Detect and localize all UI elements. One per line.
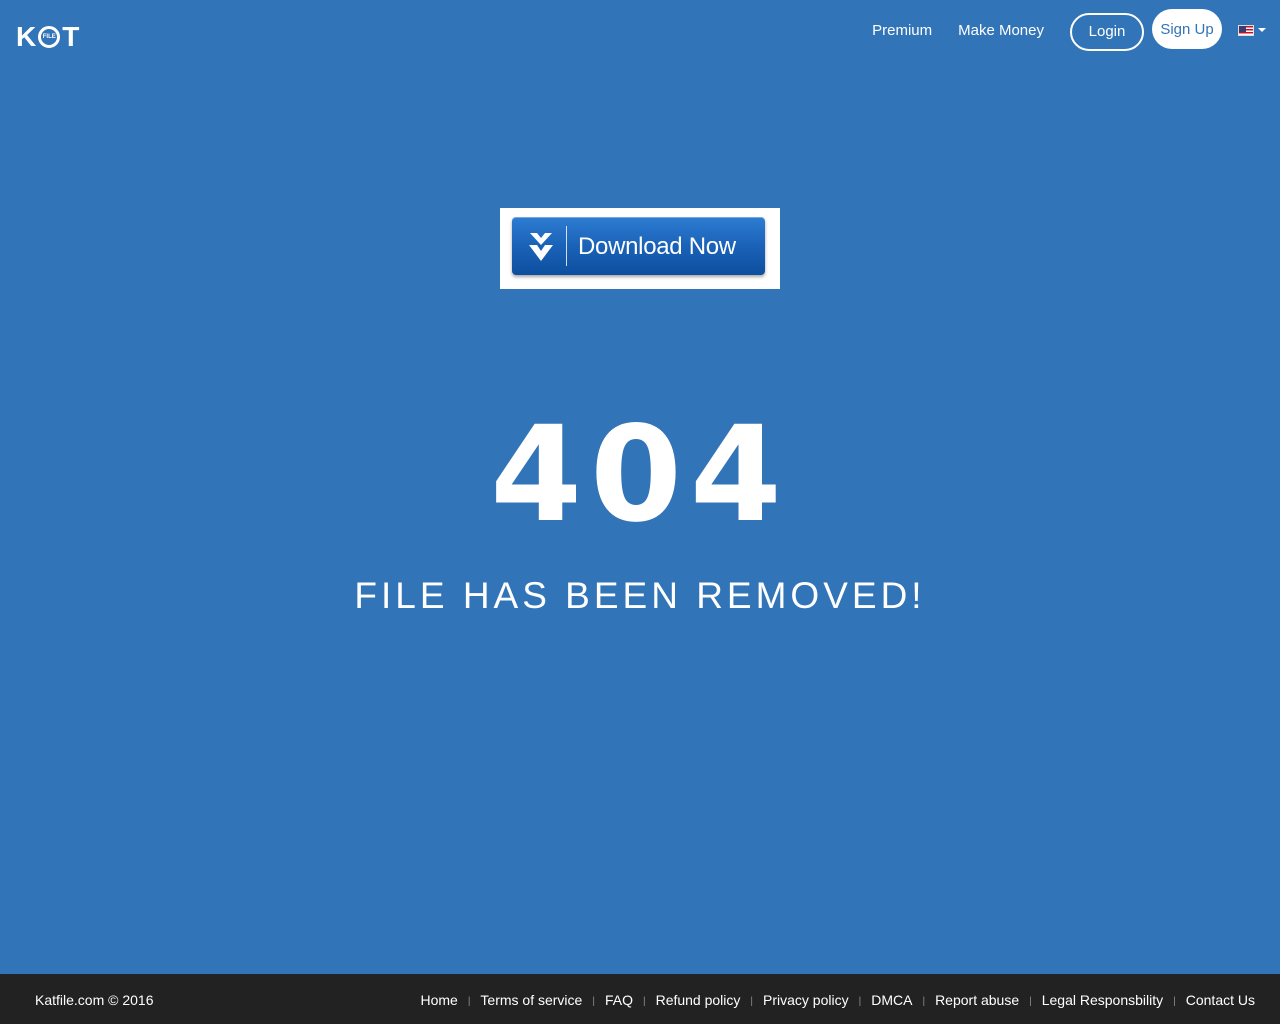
footer-link-terms-of-service[interactable]: Terms of service — [480, 992, 582, 1008]
logo-circle-text: FILE — [42, 34, 56, 40]
footer-copyright: Katfile.com © 2016 — [35, 992, 154, 1008]
caret-down-icon — [1258, 28, 1266, 32]
nav-make-money-link[interactable]: Make Money — [958, 22, 1044, 39]
language-selector[interactable] — [1238, 24, 1266, 36]
download-now-label: Download Now — [578, 233, 736, 260]
download-banner: Download Now — [500, 208, 780, 289]
nav-premium-link[interactable]: Premium — [872, 22, 932, 39]
error-message: FILE HAS BEEN REMOVED! — [354, 575, 926, 616]
site-footer: Katfile.com © 2016 Home | Terms of servi… — [0, 974, 1280, 1024]
footer-separator: | — [1029, 995, 1032, 1007]
footer-separator: | — [750, 995, 754, 1007]
footer-link-report-abuse[interactable]: Report abuse — [935, 992, 1019, 1008]
footer-separator: | — [467, 995, 471, 1007]
us-flag-icon — [1238, 24, 1254, 36]
double-chevron-down-icon — [529, 233, 553, 261]
login-button[interactable]: Login — [1070, 12, 1144, 51]
download-button-divider — [566, 226, 567, 266]
footer-separator: | — [1173, 995, 1176, 1007]
footer-separator: | — [592, 995, 595, 1007]
footer-link-home[interactable]: Home — [420, 992, 457, 1008]
logo-letter-k: K — [16, 21, 38, 52]
footer-separator: | — [922, 995, 926, 1007]
katfile-logo[interactable]: K FILE T — [16, 21, 81, 52]
download-now-button[interactable]: Download Now — [512, 217, 765, 275]
logo-circle-mark: FILE — [38, 26, 61, 48]
footer-separator: | — [642, 995, 646, 1007]
top-nav: Premium Make Money Login Sign Up — [872, 9, 1266, 51]
logo-letter-t: T — [62, 21, 81, 52]
site-header: K FILE T Premium Make Money Login Sign U… — [0, 0, 1280, 74]
footer-links: Home | Terms of service | FAQ | Refund p… — [420, 992, 1255, 1008]
footer-link-legal-responsibility[interactable]: Legal Responsbility — [1042, 992, 1163, 1008]
footer-link-contact-us[interactable]: Contact Us — [1186, 992, 1255, 1008]
footer-link-dmca[interactable]: DMCA — [871, 992, 912, 1008]
footer-link-privacy-policy[interactable]: Privacy policy — [763, 992, 849, 1008]
error-code: 404 — [490, 398, 790, 552]
footer-link-refund-policy[interactable]: Refund policy — [656, 992, 741, 1008]
footer-link-faq[interactable]: FAQ — [605, 992, 633, 1008]
login-button-label: Login — [1088, 23, 1126, 40]
footer-separator: | — [858, 995, 862, 1007]
signup-button-label: Sign Up — [1160, 20, 1214, 38]
signup-button[interactable]: Sign Up — [1152, 9, 1222, 49]
